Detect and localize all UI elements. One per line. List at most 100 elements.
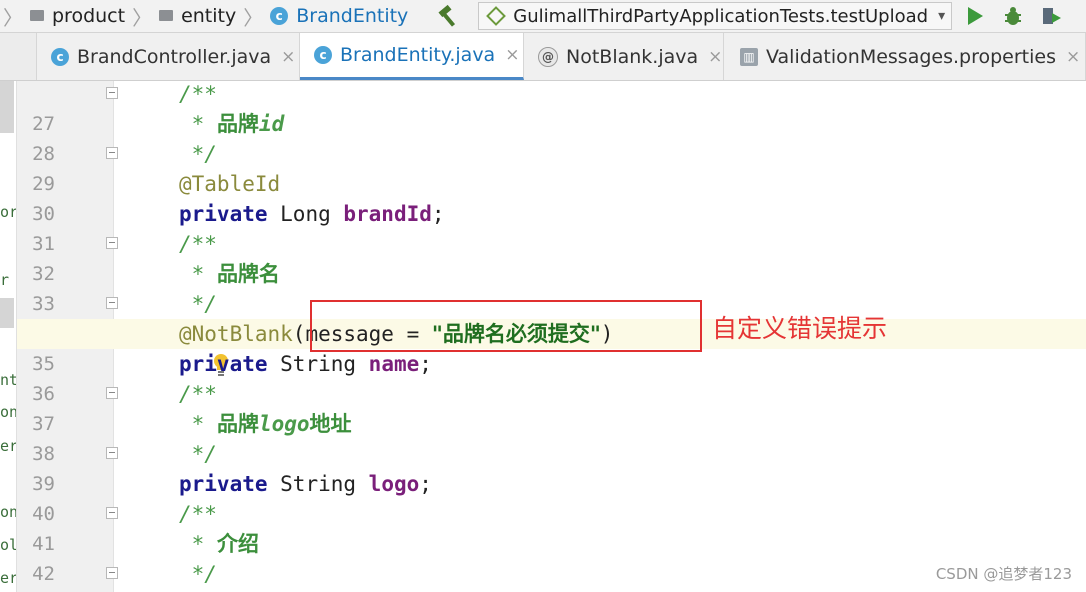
tree-fragment: or <box>0 203 17 221</box>
code-line[interactable]: 41 /** <box>17 499 1086 555</box>
comment: * <box>179 262 217 286</box>
breadcrumb-label: entity <box>181 5 237 27</box>
comment: /** <box>179 232 217 256</box>
run-button[interactable] <box>960 2 990 30</box>
keyword: private <box>179 352 268 376</box>
code-line[interactable]: 28 * 品牌id <box>17 109 1086 165</box>
code-line[interactable]: 39 */ <box>17 439 1086 495</box>
coverage-icon <box>1043 8 1062 24</box>
code-line[interactable]: 32 /** <box>17 229 1086 285</box>
fold-icon[interactable] <box>106 87 118 99</box>
breadcrumb-item-product[interactable]: product <box>26 0 129 32</box>
comment: /** <box>179 382 217 406</box>
tab-label: ValidationMessages.properties <box>766 45 1056 68</box>
breadcrumb-separator: 〉 <box>243 5 264 30</box>
punctuation: ; <box>431 202 445 226</box>
code-line[interactable]: 29 */ <box>17 139 1086 195</box>
fold-icon[interactable] <box>106 567 118 579</box>
debug-button[interactable] <box>998 2 1028 30</box>
fold-icon[interactable] <box>106 297 118 309</box>
close-icon[interactable]: × <box>1066 47 1080 67</box>
class-icon: c <box>314 46 332 64</box>
fold-icon[interactable] <box>106 507 118 519</box>
comment: */ <box>179 442 217 466</box>
fold-icon[interactable] <box>106 447 118 459</box>
comment: */ <box>179 292 217 316</box>
class-icon: c <box>51 47 69 66</box>
comment: * <box>179 412 217 436</box>
comment: * <box>179 532 217 556</box>
comment-text: 品牌 <box>216 112 259 136</box>
tab-label: NotBlank.java <box>566 45 699 68</box>
fold-icon[interactable] <box>106 147 118 159</box>
breadcrumb-item-brandentity[interactable]: c BrandEntity <box>266 0 412 32</box>
code-line[interactable]: 31 private Long brandId; <box>17 199 1086 255</box>
field-name: name <box>368 352 420 376</box>
comment-tag: id <box>258 112 285 136</box>
tab-brandentity[interactable]: c BrandEntity.java × <box>300 33 524 80</box>
junit-config-icon <box>486 6 507 26</box>
project-tree-strip[interactable]: or r nt on er on ol er <box>0 81 17 592</box>
annotation-icon: @ <box>538 46 558 67</box>
tree-fragment: r <box>0 271 10 289</box>
comment: */ <box>179 562 217 586</box>
coverage-button[interactable] <box>1036 2 1066 30</box>
class-icon: c <box>270 7 289 25</box>
code-line[interactable]: 36 private String name; <box>17 349 1086 405</box>
editor-tab-bar: c BrandController.java × c BrandEntity.j… <box>0 33 1086 81</box>
code-line[interactable]: 30 @TableId <box>17 169 1086 225</box>
comment-text: 品牌 <box>216 412 259 436</box>
tab-brandcontroller[interactable]: c BrandController.java × <box>37 33 300 80</box>
chevron-down-icon: ▾ <box>938 8 946 24</box>
tab-validationmessages[interactable]: ▥ ValidationMessages.properties × <box>724 33 1086 80</box>
type-name: Long <box>267 202 344 226</box>
tab-notblank[interactable]: @ NotBlank.java × <box>524 33 724 80</box>
fold-icon[interactable] <box>106 237 118 249</box>
run-configuration-label: GulimallThirdPartyApplicationTests.testU… <box>513 5 929 27</box>
build-hammer-icon[interactable] <box>434 3 462 29</box>
comment: * <box>179 112 217 136</box>
tree-fragment: er <box>0 569 17 587</box>
folder-icon <box>159 9 174 21</box>
comment-tag: logo <box>258 412 310 436</box>
tab-bar-corner <box>0 33 37 80</box>
tree-fragment: ol <box>0 536 17 554</box>
tab-label: BrandEntity.java <box>340 44 496 66</box>
close-icon[interactable]: × <box>281 47 295 67</box>
code-line[interactable]: 38 * 品牌logo地址 <box>17 409 1086 465</box>
comment-text: 介绍 <box>216 532 259 556</box>
tree-fragment: er <box>0 437 17 455</box>
type-name: String <box>267 472 369 496</box>
run-icon <box>968 7 984 25</box>
field-name: logo <box>368 472 420 496</box>
breadcrumb-label: product <box>52 5 126 27</box>
tree-fragment: nt <box>0 371 17 389</box>
lightbulb-icon[interactable] <box>135 322 228 376</box>
code-line[interactable]: 37 /** <box>17 379 1086 435</box>
close-icon[interactable]: × <box>505 45 519 65</box>
annotation-callout: 自定义错误提示 <box>712 314 888 343</box>
tree-fragment: on <box>0 403 17 421</box>
breadcrumb-item-entity[interactable]: entity <box>155 0 240 32</box>
comment-text: 地址 <box>309 412 352 436</box>
punctuation: ; <box>419 352 432 376</box>
breadcrumb-label: BrandEntity <box>296 5 409 27</box>
highlight-box <box>310 300 702 352</box>
code-line[interactable]: 40 private String logo; <box>17 469 1086 525</box>
breadcrumb-separator: 〉 <box>132 5 153 30</box>
close-icon[interactable]: × <box>708 47 722 67</box>
code-line[interactable]: 43 */ <box>17 559 1086 589</box>
punctuation: ; <box>419 472 432 496</box>
watermark: CSDN @追梦者123 <box>935 565 1072 583</box>
breadcrumb-separator: 〉 <box>3 5 23 30</box>
folder-icon <box>30 9 44 21</box>
keyword: private <box>179 472 268 496</box>
code-line[interactable]: 27 /** <box>17 81 1086 135</box>
run-configuration-select[interactable]: GulimallThirdPartyApplicationTests.testU… <box>478 2 953 30</box>
code-line[interactable]: 42 * 介绍 <box>17 529 1086 585</box>
field-name: brandId <box>343 202 432 226</box>
code-line[interactable]: 33 * 品牌名 <box>17 259 1086 315</box>
fold-icon[interactable] <box>106 387 118 399</box>
comment-text: 品牌名 <box>216 262 280 286</box>
navigation-bar: 〉 product 〉 entity 〉 c BrandEntity Gulim… <box>0 0 1086 33</box>
